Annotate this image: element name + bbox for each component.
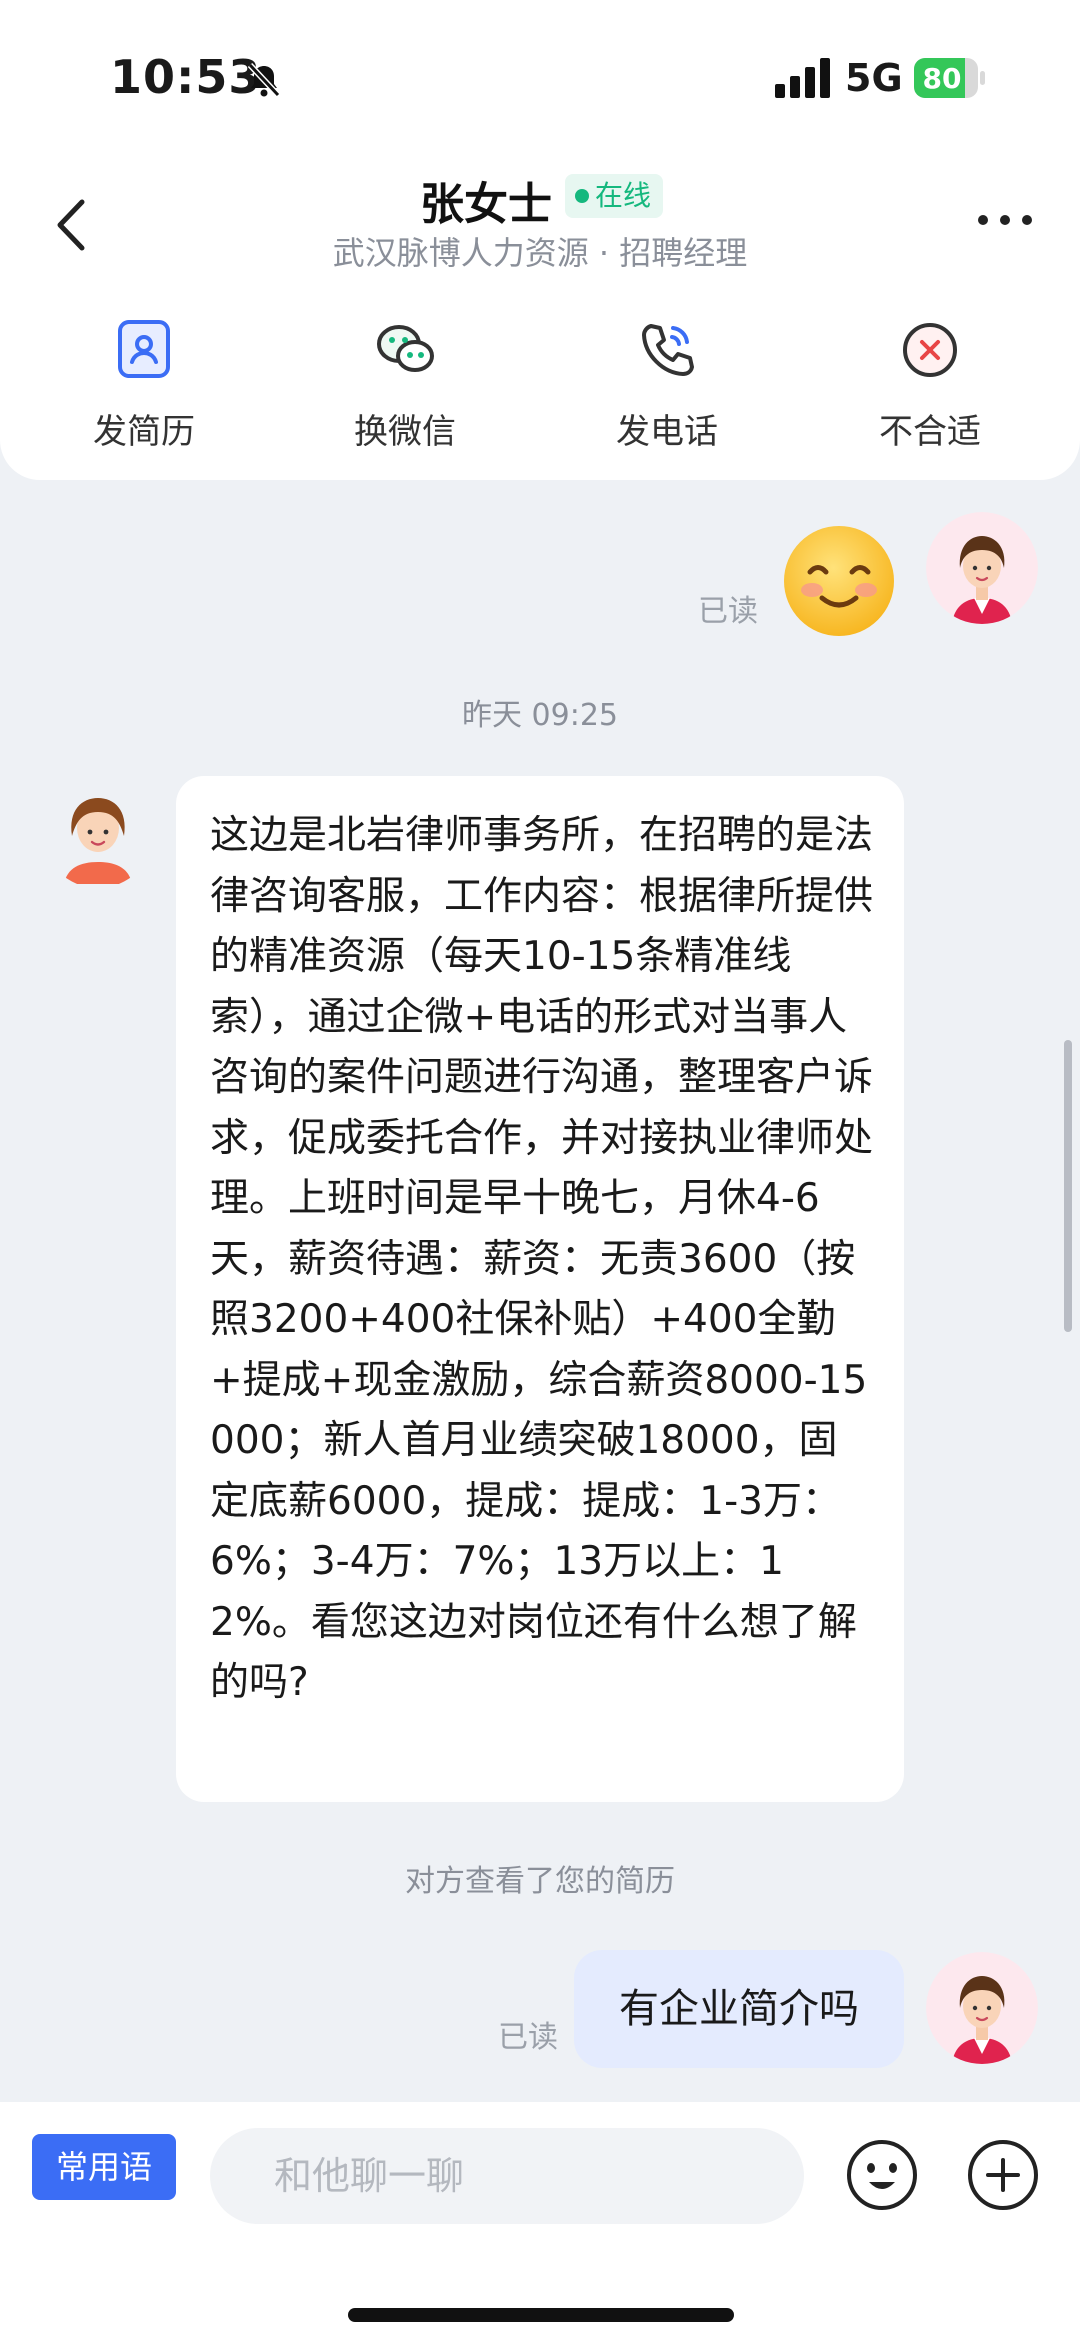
chat-screen: 10:53 5G 80 张女士 在线 武汉脉博人力资源 · 招聘经理 发简历 换… bbox=[0, 0, 1080, 2341]
phone-call-button[interactable]: 发电话 bbox=[567, 318, 767, 458]
smile-emoji-icon[interactable] bbox=[782, 524, 896, 638]
online-status-badge: 在线 bbox=[565, 174, 664, 218]
status-time: 10:53 bbox=[110, 50, 262, 104]
bell-slash-icon bbox=[247, 62, 281, 98]
online-dot-icon bbox=[575, 189, 589, 203]
contact-avatar[interactable] bbox=[42, 776, 154, 888]
network-type: 5G bbox=[845, 56, 903, 100]
exchange-wechat-label: 换微信 bbox=[354, 412, 456, 452]
plus-icon[interactable] bbox=[966, 2138, 1040, 2212]
incoming-message-bubble[interactable]: 这边是北岩律师事务所，在招聘的是法律咨询客服，工作内容：根据律所提供的精准资源（… bbox=[176, 776, 904, 1802]
my-avatar[interactable] bbox=[926, 1952, 1038, 2064]
system-note: 对方查看了您的简历 bbox=[405, 1864, 675, 1899]
user-avatar-icon bbox=[926, 1952, 1038, 2064]
close-circle-icon bbox=[903, 323, 957, 377]
home-indicator[interactable] bbox=[348, 2308, 734, 2322]
message-input[interactable] bbox=[210, 2128, 804, 2224]
scrollbar[interactable] bbox=[1064, 1040, 1072, 1332]
contact-company-title: 武汉脉博人力资源 · 招聘经理 bbox=[332, 234, 748, 272]
battery-icon: 80 bbox=[914, 58, 986, 98]
not-suitable-button[interactable]: 不合适 bbox=[830, 318, 1030, 458]
chat-header: 10:53 5G 80 张女士 在线 武汉脉博人力资源 · 招聘经理 发简历 换… bbox=[0, 0, 1080, 480]
emoji-icon[interactable] bbox=[845, 2138, 919, 2212]
send-resume-button[interactable]: 发简历 bbox=[44, 318, 244, 458]
wechat-icon bbox=[377, 325, 434, 372]
recruiter-avatar-icon bbox=[42, 776, 154, 888]
read-receipt: 已读 bbox=[498, 2020, 558, 2055]
quick-actions: 发简历 换微信 发电话 不合适 bbox=[0, 318, 1080, 458]
read-receipt: 已读 bbox=[698, 594, 758, 629]
not-suitable-label: 不合适 bbox=[879, 412, 981, 452]
exchange-wechat-button[interactable]: 换微信 bbox=[305, 318, 505, 458]
battery-percent: 80 bbox=[922, 62, 962, 95]
input-bar: 常用语 bbox=[0, 2102, 1080, 2341]
user-avatar-icon bbox=[926, 512, 1038, 624]
common-phrases-button[interactable]: 常用语 bbox=[32, 2134, 176, 2200]
send-resume-label: 发简历 bbox=[93, 412, 195, 452]
online-status-label: 在线 bbox=[595, 179, 652, 212]
phone-icon bbox=[642, 324, 694, 376]
incoming-message-text: 这边是北岩律师事务所，在招聘的是法律咨询客服，工作内容：根据律所提供的精准资源（… bbox=[210, 813, 874, 1705]
my-avatar[interactable] bbox=[926, 512, 1038, 624]
contact-name: 张女士 bbox=[420, 179, 552, 230]
phone-call-label: 发电话 bbox=[616, 412, 718, 452]
outgoing-message-bubble[interactable]: 有企业简介吗 bbox=[574, 1950, 904, 2068]
more-options-icon[interactable] bbox=[975, 210, 1035, 230]
status-bar: 10:53 5G 80 bbox=[0, 0, 1080, 150]
signal-icon bbox=[775, 58, 830, 98]
message-timestamp: 昨天 09:25 bbox=[462, 698, 618, 733]
resume-icon bbox=[118, 320, 170, 378]
